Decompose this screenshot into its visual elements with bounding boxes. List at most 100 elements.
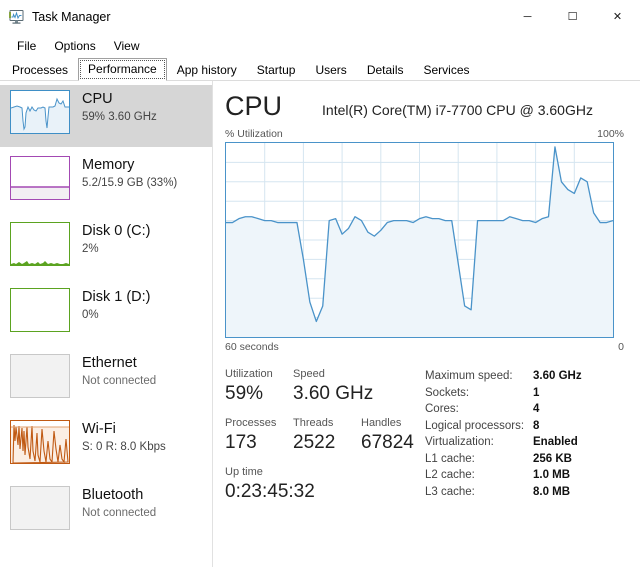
stat-speed-label: Speed <box>293 368 325 380</box>
detail-sockets: Sockets: 1 <box>425 385 624 402</box>
disk0-thumbnail <box>10 222 70 266</box>
ethernet-thumbnail <box>10 354 70 398</box>
tab-strip: Processes Performance App history Startu… <box>0 58 640 81</box>
sidebar-item-disk1-title: Disk 1 (D:) <box>82 289 151 305</box>
detail-maximum-speed-value: 3.60 GHz <box>533 370 582 382</box>
menu-view[interactable]: View <box>105 37 149 55</box>
sidebar-item-memory-sub: 5.2/15.9 GB (33%) <box>82 177 178 189</box>
sidebar-item-ethernet-sub: Not connected <box>82 375 157 387</box>
cpu-graph-wrap <box>225 142 624 338</box>
stat-utilization-value: 59% <box>225 383 264 404</box>
maximize-button[interactable]: ☐ <box>550 0 595 34</box>
sidebar-item-ethernet-title: Ethernet <box>82 355 137 371</box>
tab-services[interactable]: Services <box>414 59 480 81</box>
detail-l2-cache-key: L2 cache: <box>425 469 475 481</box>
resource-sidebar: CPU 59% 3.60 GHz Memory 5.2/15.9 GB (33%… <box>0 81 213 567</box>
detail-virtualization-key: Virtualization: <box>425 436 494 448</box>
cpu-utilization-graph[interactable] <box>225 142 614 338</box>
stat-threads-label: Threads <box>293 417 334 429</box>
detail-l2-cache-value: 1.0 MB <box>533 469 571 481</box>
stat-handles: Handles 67824 <box>361 416 414 455</box>
sidebar-item-wifi-title: Wi-Fi <box>82 421 116 437</box>
detail-sockets-value: 1 <box>533 386 540 399</box>
title-bar: Task Manager ─ ☐ ✕ <box>0 0 640 34</box>
stats-area: Utilization 59% Speed 3.60 GHz Processes… <box>225 367 624 514</box>
performance-detail-panel: CPU Intel(R) Core(TM) i7-7700 CPU @ 3.60… <box>213 81 640 567</box>
window-controls: ─ ☐ ✕ <box>505 0 640 34</box>
sidebar-item-wifi[interactable]: Wi-Fi S: 0 R: 8.0 Kbps <box>0 415 212 477</box>
disk1-thumbnail <box>10 288 70 332</box>
sidebar-item-memory-labels: Memory 5.2/15.9 GB (33%) <box>82 156 177 190</box>
stat-utilization-label: Utilization <box>225 368 273 380</box>
stat-threads-value: 2522 <box>293 432 336 453</box>
maximize-icon: ☐ <box>567 10 578 23</box>
detail-l1-cache-key: L1 cache: <box>425 452 475 465</box>
stat-threads: Threads 2522 <box>293 416 361 455</box>
graph-xmin-label: 0 <box>618 341 624 353</box>
tab-performance[interactable]: Performance <box>78 58 167 81</box>
stat-uptime: Up time 0:23:45:32 <box>225 465 315 504</box>
graph-bottom-labels: 60 seconds 0 <box>225 341 624 353</box>
window-title: Task Manager <box>32 10 111 24</box>
sidebar-item-cpu-title: CPU <box>82 91 113 107</box>
task-manager-icon <box>9 10 25 24</box>
tab-app-history[interactable]: App history <box>167 59 247 81</box>
detail-cores: Cores: 4 <box>425 401 624 418</box>
detail-l3-cache-key: L3 cache: <box>425 485 475 498</box>
sidebar-item-memory-title: Memory <box>82 157 135 173</box>
detail-virtualization-value: Enabled <box>533 436 578 448</box>
minimize-button[interactable]: ─ <box>505 0 550 34</box>
sidebar-item-cpu[interactable]: CPU 59% 3.60 GHz <box>0 85 212 147</box>
detail-logical-processors: Logical processors: 8 <box>425 418 624 435</box>
sidebar-item-memory[interactable]: Memory 5.2/15.9 GB (33%) <box>0 151 212 213</box>
panel-header: CPU Intel(R) Core(TM) i7-7700 CPU @ 3.60… <box>225 91 624 121</box>
cpu-thumbnail <box>10 90 70 134</box>
sidebar-item-disk1[interactable]: Disk 1 (D:) 0% <box>0 283 212 345</box>
stat-handles-label: Handles <box>361 417 402 429</box>
stat-utilization: Utilization 59% <box>225 367 293 406</box>
detail-l2-cache: L2 cache: 1.0 MB <box>425 467 624 484</box>
detail-l3-cache-value: 8.0 MB <box>533 485 571 498</box>
menu-file[interactable]: File <box>8 37 45 55</box>
sidebar-item-bluetooth-labels: Bluetooth Not connected <box>82 486 156 520</box>
bluetooth-thumbnail <box>10 486 70 530</box>
stat-handles-value: 67824 <box>361 432 414 453</box>
sidebar-item-ethernet[interactable]: Ethernet Not connected <box>0 349 212 411</box>
tab-processes[interactable]: Processes <box>2 59 78 81</box>
menu-options[interactable]: Options <box>45 37 104 55</box>
wifi-thumbnail <box>10 420 70 464</box>
stats-left-column: Utilization 59% Speed 3.60 GHz Processes… <box>225 367 425 514</box>
sidebar-item-cpu-sub: 59% 3.60 GHz <box>82 111 157 123</box>
sidebar-item-disk0-title: Disk 0 (C:) <box>82 223 151 239</box>
stat-speed: Speed 3.60 GHz <box>293 367 373 406</box>
sidebar-item-bluetooth[interactable]: Bluetooth Not connected <box>0 481 212 543</box>
detail-sockets-key: Sockets: <box>425 386 470 399</box>
stat-uptime-label: Up time <box>225 466 263 478</box>
stat-uptime-value: 0:23:45:32 <box>225 481 315 502</box>
detail-cores-key: Cores: <box>425 403 459 415</box>
stat-processes-value: 173 <box>225 432 257 453</box>
stat-speed-value: 3.60 GHz <box>293 383 374 404</box>
sidebar-item-bluetooth-sub: Not connected <box>82 507 157 519</box>
detail-logical-processors-key: Logical processors: <box>425 419 525 432</box>
detail-logical-processors-value: 8 <box>533 419 540 432</box>
cpu-details-list: Maximum speed: 3.60 GHz Sockets: 1 Cores… <box>425 367 624 514</box>
sidebar-item-ethernet-labels: Ethernet Not connected <box>82 354 156 388</box>
tab-startup[interactable]: Startup <box>247 59 306 81</box>
stat-processes: Processes 173 <box>225 416 293 455</box>
detail-maximum-speed: Maximum speed: 3.60 GHz <box>425 368 624 385</box>
sidebar-item-wifi-labels: Wi-Fi S: 0 R: 8.0 Kbps <box>82 420 166 454</box>
graph-ylabel: % Utilization <box>225 128 283 140</box>
tab-details[interactable]: Details <box>357 59 414 81</box>
detail-maximum-speed-key: Maximum speed: <box>425 370 513 382</box>
detail-l1-cache: L1 cache: 256 KB <box>425 451 624 468</box>
detail-l3-cache: L3 cache: 8.0 MB <box>425 484 624 501</box>
sidebar-item-disk0[interactable]: Disk 0 (C:) 2% <box>0 217 212 279</box>
stat-processes-label: Processes <box>225 417 277 429</box>
graph-top-labels: % Utilization 100% <box>225 128 624 140</box>
cpu-chart-svg <box>226 143 613 337</box>
content-area: CPU 59% 3.60 GHz Memory 5.2/15.9 GB (33%… <box>0 81 640 567</box>
page-title: CPU <box>225 91 283 121</box>
close-button[interactable]: ✕ <box>595 0 640 34</box>
tab-users[interactable]: Users <box>305 59 356 81</box>
